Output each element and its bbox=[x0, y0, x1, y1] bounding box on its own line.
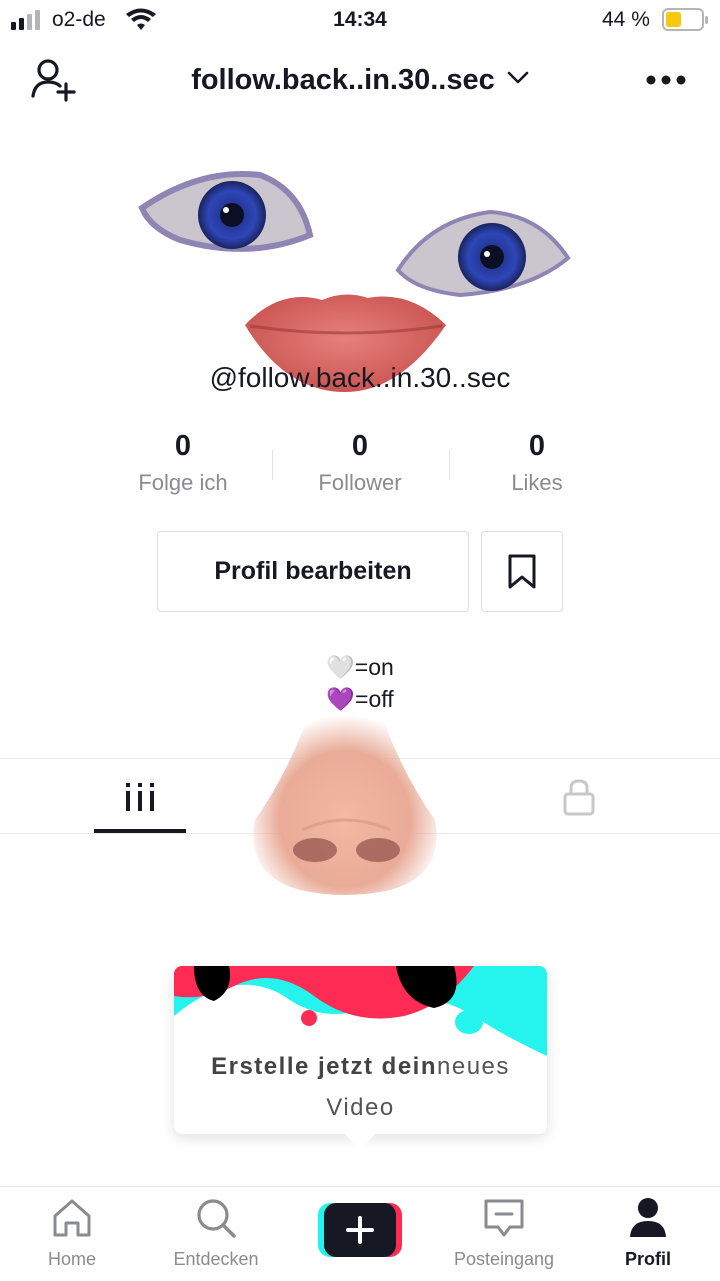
nav-inbox-label: Posteingang bbox=[453, 1249, 555, 1269]
nav-profile[interactable]: Profil bbox=[578, 1197, 718, 1269]
edit-profile-button[interactable]: Profil bearbeiten bbox=[157, 531, 469, 612]
likes-label[interactable]: Likes bbox=[447, 470, 627, 496]
nav-inbox[interactable]: Posteingang bbox=[434, 1197, 574, 1269]
nav-discover[interactable]: Entdecken bbox=[146, 1197, 286, 1269]
profile-icon bbox=[630, 1198, 666, 1237]
status-bar: o2-de 14:34 44 % bbox=[0, 0, 720, 40]
nav-home[interactable]: Home bbox=[2, 1197, 142, 1269]
create-button[interactable] bbox=[318, 1203, 402, 1257]
create-video-promo[interactable]: Erstelle jetzt deinneues Video bbox=[174, 966, 547, 1134]
search-icon bbox=[197, 1199, 236, 1238]
grid-icon[interactable] bbox=[124, 781, 156, 813]
battery-icon bbox=[662, 8, 708, 31]
bookmark-icon bbox=[508, 554, 536, 588]
profile-handle: @follow.back..in.30..sec bbox=[209, 362, 511, 393]
following-label[interactable]: Folge ich bbox=[93, 470, 273, 496]
favorites-button[interactable] bbox=[481, 531, 563, 612]
nav-profile-label: Profil bbox=[624, 1249, 671, 1269]
edit-profile-label: Profil bearbeiten bbox=[214, 557, 412, 585]
face-filter-nose bbox=[253, 705, 437, 895]
chevron-down-icon bbox=[507, 71, 529, 84]
followers-count[interactable]: 0 bbox=[270, 430, 450, 463]
followers-label[interactable]: Follower bbox=[270, 470, 450, 496]
nav-home-label: Home bbox=[47, 1249, 96, 1269]
bottom-nav: Home Entdecken Posteingang Profil bbox=[0, 1186, 720, 1281]
battery-percent: 44 % bbox=[602, 8, 650, 31]
lock-icon[interactable] bbox=[562, 778, 596, 816]
bio-line: 🤍=on bbox=[326, 654, 394, 680]
promo-pointer bbox=[344, 1133, 376, 1151]
nav-discover-label: Entdecken bbox=[173, 1249, 259, 1269]
account-switcher[interactable]: follow.back..in.30..sec bbox=[0, 64, 720, 97]
home-icon bbox=[53, 1199, 91, 1237]
plus-icon bbox=[346, 1216, 374, 1244]
header-username: follow.back..in.30..sec bbox=[191, 64, 495, 96]
promo-text: Erstelle jetzt deinneues Video bbox=[211, 1053, 510, 1121]
likes-count[interactable]: 0 bbox=[447, 430, 627, 463]
ellipsis-icon[interactable] bbox=[646, 74, 686, 86]
inbox-icon bbox=[484, 1199, 524, 1237]
following-count[interactable]: 0 bbox=[93, 430, 273, 463]
